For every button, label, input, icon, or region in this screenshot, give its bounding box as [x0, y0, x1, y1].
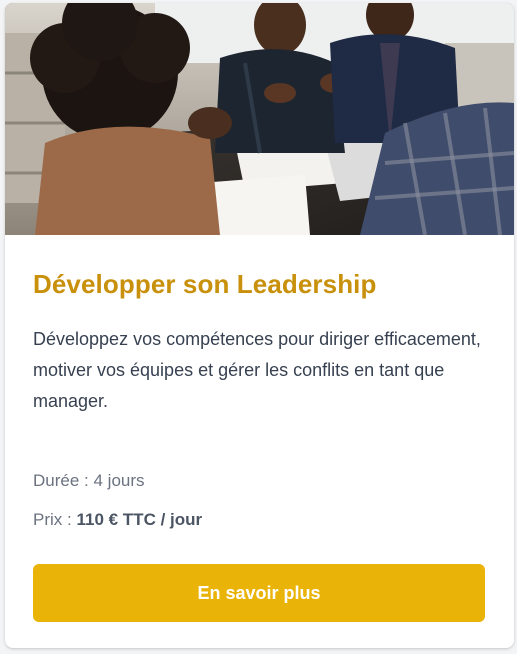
- duration-value: 4 jours: [93, 471, 145, 490]
- duration-label: Durée :: [33, 471, 89, 490]
- price-value: 110 € TTC / jour: [76, 510, 203, 529]
- course-price: Prix : 110 € TTC / jour: [33, 510, 202, 530]
- course-duration: Durée : 4 jours: [33, 471, 145, 491]
- course-image: [5, 3, 514, 235]
- course-description: Développez vos compétences pour diriger …: [33, 329, 481, 411]
- course-title: Développer son Leadership: [33, 269, 377, 299]
- learn-more-button[interactable]: En savoir plus: [33, 564, 485, 622]
- team-meeting-photo-icon: [5, 3, 514, 235]
- course-card: Développer son Leadership Développez vos…: [5, 3, 514, 648]
- price-label: Prix :: [33, 510, 72, 529]
